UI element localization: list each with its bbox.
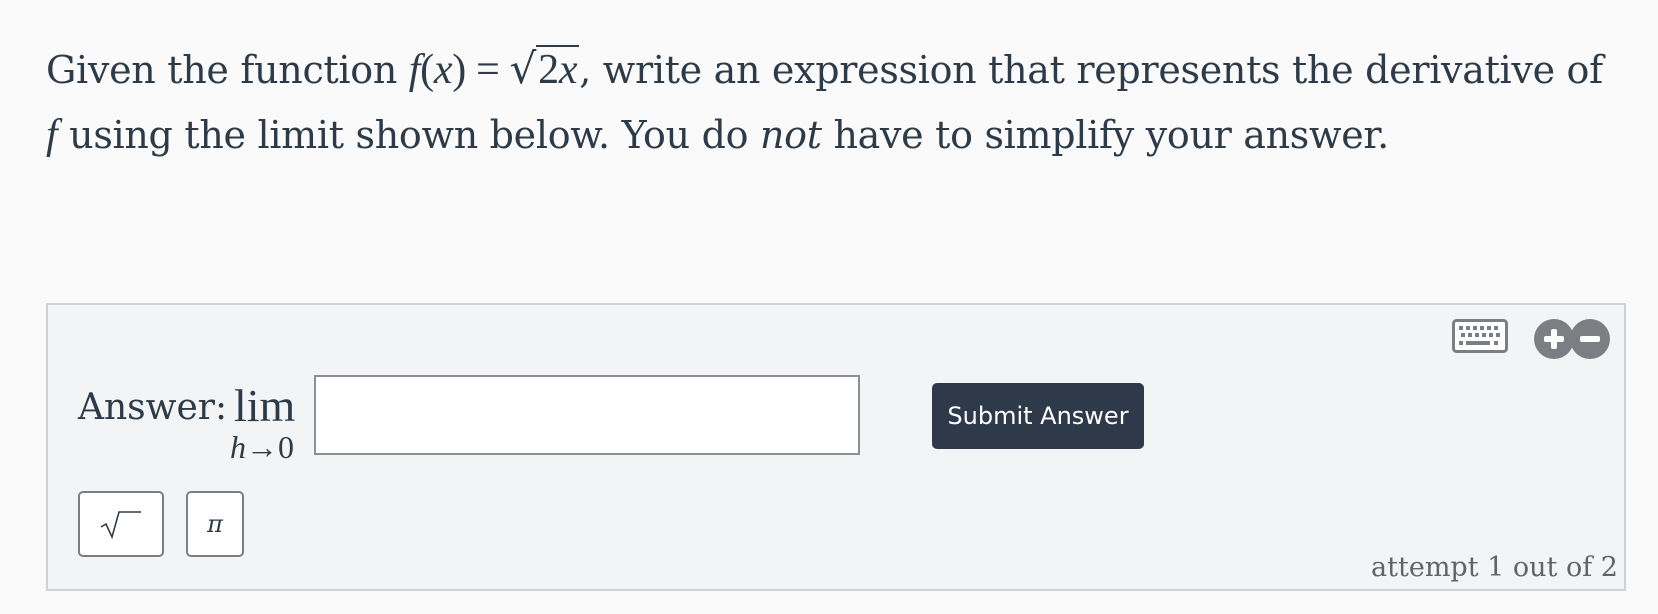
open-paren: (: [420, 47, 434, 93]
radicand: 2x: [536, 45, 580, 93]
submit-answer-button[interactable]: Submit Answer: [932, 383, 1144, 449]
answer-panel: Answer: lim h→0 Submit Answer π attempt …: [46, 303, 1626, 591]
function-name: f: [408, 47, 421, 93]
function-reference: f: [46, 112, 58, 158]
radicand-variable: x: [558, 47, 578, 93]
radical-icon: √: [509, 44, 537, 93]
pi-button[interactable]: π: [186, 491, 244, 557]
attempt-counter: attempt 1 out of 2: [1371, 552, 1618, 583]
question-end: have to simplify your answer.: [821, 113, 1389, 157]
limit-subscript: h→0: [230, 429, 294, 466]
pi-label: π: [207, 510, 223, 538]
question-after-function: , write an expression that represents th…: [579, 48, 1603, 92]
question-middle: using the limit shown below. You do: [57, 113, 760, 157]
limit-word: lim: [234, 380, 296, 431]
limit-variable: h: [230, 429, 246, 465]
limit-target: 0: [278, 429, 294, 465]
answer-input[interactable]: [314, 375, 860, 455]
answer-label: Answer:: [78, 387, 228, 428]
function-variable: x: [433, 47, 453, 93]
zoom-in-icon[interactable]: [1534, 319, 1574, 359]
sqrt-icon: [100, 511, 141, 540]
page: Given the function f(x) = √2x, write an …: [0, 0, 1658, 614]
question-emphasis: not: [759, 113, 822, 157]
keyboard-icon-graphic: [1452, 319, 1508, 353]
sqrt-button[interactable]: [78, 491, 164, 557]
question-text: Given the function f(x) = √2x, write an …: [46, 36, 1626, 168]
radicand-number: 2: [538, 47, 559, 93]
equals-sign: =: [465, 47, 510, 93]
square-root-expression: √2x: [510, 36, 580, 103]
zoom-out-icon[interactable]: [1570, 319, 1610, 359]
limit-arrow: →: [246, 429, 278, 465]
keyboard-icon[interactable]: [1452, 319, 1508, 353]
question-intro: Given the function: [46, 48, 409, 92]
close-paren: ): [452, 47, 466, 93]
